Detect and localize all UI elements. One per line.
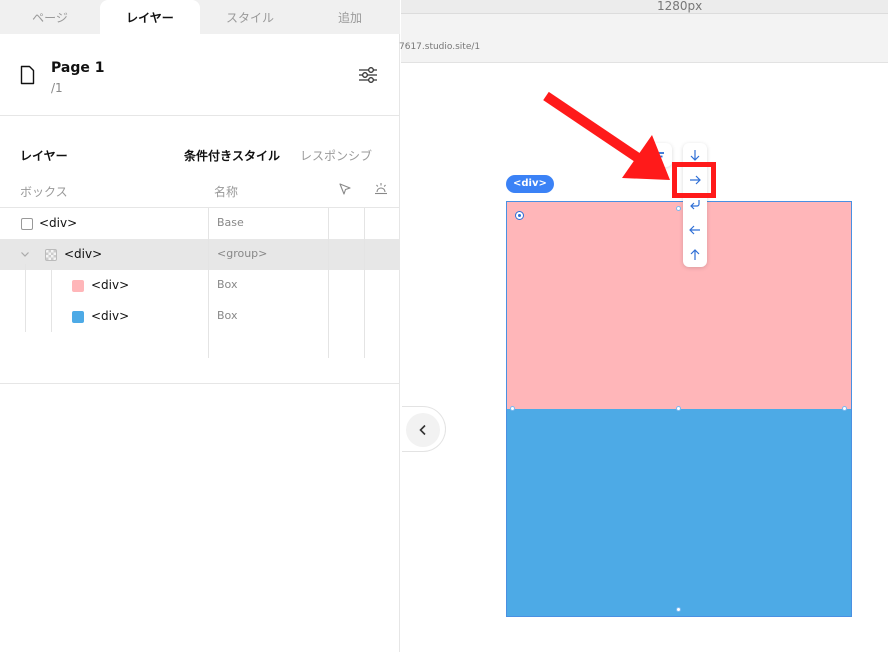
layer-row-div-pink[interactable]: <div> Box — [0, 270, 400, 301]
direction-up-option[interactable] — [683, 243, 707, 267]
blue-div-box[interactable] — [506, 409, 852, 617]
annotation-arrow-icon — [543, 91, 670, 180]
layer-type: Box — [217, 278, 238, 291]
arrow-left-icon — [689, 225, 700, 235]
layers-toolbar: レイヤー 条件付きスタイル レスポンシブ — [0, 140, 400, 170]
column-divider — [208, 208, 209, 358]
page-name: Page 1 — [51, 60, 105, 76]
page-path: /1 — [51, 81, 63, 95]
layer-label: <div> — [39, 216, 78, 230]
arrow-down-icon — [690, 150, 700, 161]
layer-type: Base — [217, 216, 244, 229]
width-ruler: 1280px — [401, 0, 888, 14]
left-panel: ページ レイヤー スタイル 追加 Page 1 /1 レイヤー 条件付きスタイル… — [0, 0, 400, 652]
preview-url-bar: 7617.studio.site/1 — [399, 14, 888, 63]
chevron-left-icon — [419, 424, 426, 436]
arrow-up-icon — [690, 249, 700, 260]
group-icon — [45, 249, 57, 261]
tab-layers[interactable]: レイヤー — [100, 0, 200, 34]
target-icon[interactable] — [515, 211, 524, 220]
layer-row-div-blue[interactable]: <div> Box — [0, 301, 400, 332]
layer-row-div-base[interactable]: <div> Base — [0, 208, 400, 239]
preview-url: 7617.studio.site/1 — [399, 42, 481, 52]
layer-row-div-group[interactable]: <div> <group> — [0, 239, 400, 270]
layer-label: <div> — [64, 247, 103, 261]
layers-title: レイヤー — [20, 149, 68, 163]
tab-page[interactable]: ページ — [0, 0, 100, 34]
document-icon — [20, 65, 35, 85]
tab-style[interactable]: スタイル — [200, 0, 300, 34]
collapse-panel-button[interactable] — [402, 406, 446, 452]
panel-tabs: ページ レイヤー スタイル 追加 — [0, 0, 400, 34]
collapse-inner — [406, 413, 440, 447]
layer-list: <div> Base <div> <group> <div> Box <div>… — [0, 208, 400, 384]
tree-guide — [51, 270, 52, 332]
layer-column-header: ボックス 名称 — [0, 178, 400, 208]
resize-handle[interactable] — [842, 406, 847, 411]
pink-div-box[interactable] — [506, 201, 852, 409]
sliders-icon[interactable] — [358, 66, 378, 84]
pointer-icon — [339, 183, 351, 195]
column-divider — [364, 208, 365, 358]
direction-left-option[interactable] — [683, 218, 707, 242]
pink-swatch-icon — [72, 280, 84, 292]
sunrise-icon — [375, 183, 387, 195]
resize-handle[interactable] — [676, 406, 681, 411]
column-name: 名称 — [214, 185, 239, 199]
page-header: Page 1 /1 — [0, 34, 400, 116]
resize-handle[interactable] — [676, 607, 681, 612]
layer-type: Box — [217, 309, 238, 322]
layer-label: <div> — [91, 309, 130, 323]
layer-label: <div> — [91, 278, 130, 292]
column-box: ボックス — [20, 185, 68, 199]
blue-swatch-icon — [72, 311, 84, 323]
wrap-icon — [690, 200, 700, 210]
chevron-down-icon[interactable] — [19, 248, 31, 260]
column-divider — [328, 208, 329, 358]
layer-checkbox[interactable] — [21, 218, 33, 230]
responsive-button[interactable]: レスポンシブ — [300, 147, 372, 164]
resize-handle[interactable] — [510, 406, 515, 411]
tree-guide — [25, 264, 26, 332]
tab-add[interactable]: 追加 — [300, 0, 400, 34]
ruler-label: 1280px — [657, 0, 703, 13]
resize-handle[interactable] — [676, 206, 681, 211]
layer-type: <group> — [217, 247, 268, 260]
conditional-style-button[interactable]: 条件付きスタイル — [184, 147, 280, 164]
